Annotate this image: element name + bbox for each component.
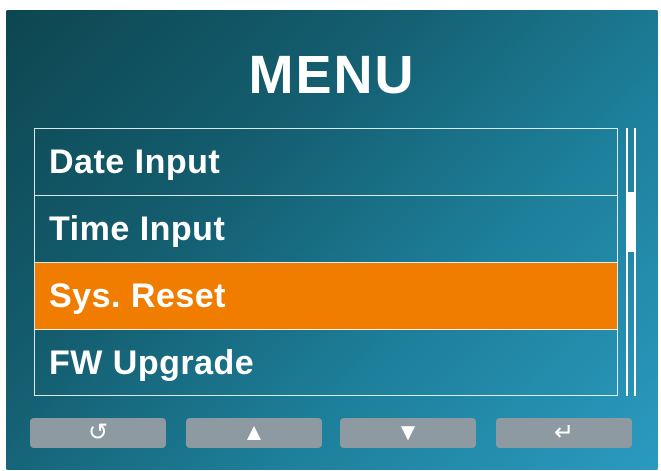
scrollbar[interactable] (626, 128, 636, 396)
menu-list: Date Input Time Input Sys. Reset FW Upgr… (34, 128, 618, 396)
menu-item-date-input[interactable]: Date Input (35, 129, 617, 196)
up-button[interactable]: ▲ (186, 418, 322, 448)
up-arrow-icon: ▲ (242, 419, 266, 446)
scrollbar-thumb[interactable] (628, 192, 634, 252)
back-icon: ↺ (87, 419, 109, 446)
enter-button[interactable]: ↵ (496, 418, 632, 448)
down-arrow-icon: ▼ (396, 419, 420, 446)
menu-item-sys-reset[interactable]: Sys. Reset (35, 263, 617, 330)
menu-item-fw-upgrade[interactable]: FW Upgrade (35, 330, 617, 397)
back-button[interactable]: ↺ (30, 418, 166, 448)
page-title: MENU (248, 45, 416, 105)
down-button[interactable]: ▼ (340, 418, 476, 448)
menu-item-time-input[interactable]: Time Input (35, 196, 617, 263)
menu-screen: MENU Date Input Time Input Sys. Reset FW… (6, 10, 658, 470)
enter-icon: ↵ (553, 419, 575, 446)
